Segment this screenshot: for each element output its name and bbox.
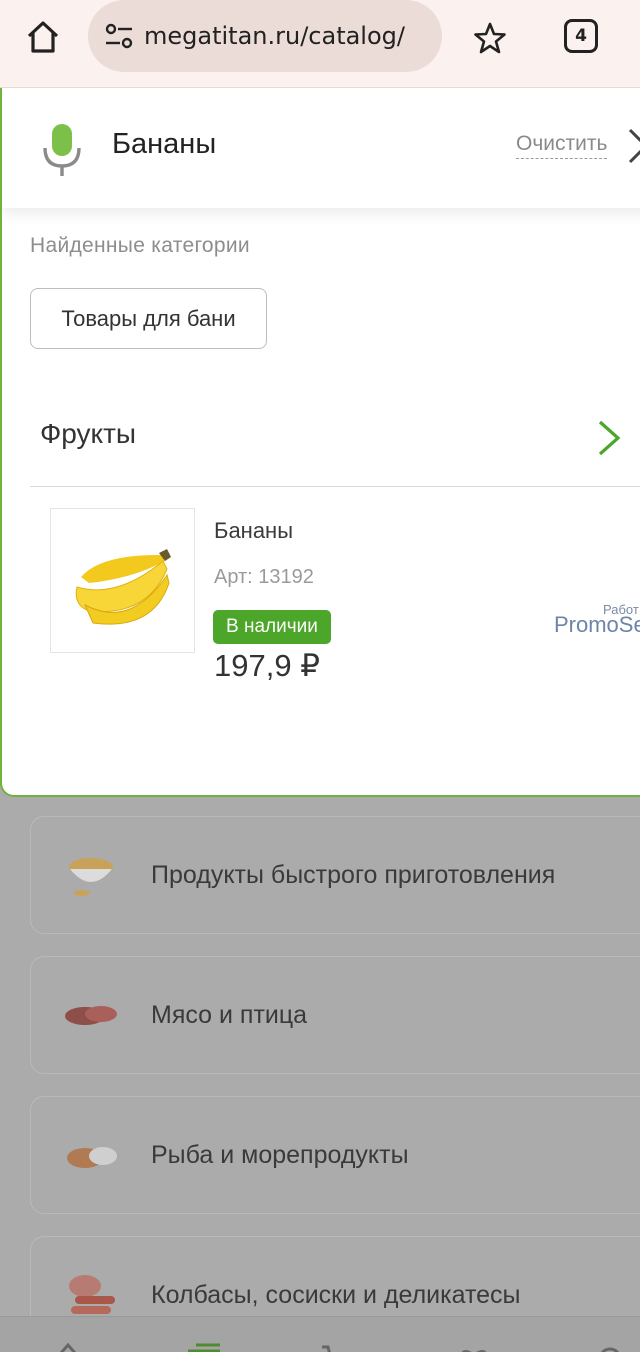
bookmark-button[interactable] xyxy=(468,16,512,60)
nav-cart-icon[interactable] xyxy=(320,1335,356,1352)
stock-badge: В наличии xyxy=(213,610,331,644)
catalog-item-label: Мясо и птица xyxy=(151,1000,308,1029)
url-text: megatitan.ru/catalog/ xyxy=(144,22,405,50)
star-icon xyxy=(474,22,506,54)
home-icon xyxy=(27,21,59,53)
nav-home-icon[interactable] xyxy=(50,1335,86,1352)
product-name[interactable]: Бананы xyxy=(214,518,293,544)
banana-icon xyxy=(75,549,171,625)
catalog-item-label: Продукты быстрого приготовления xyxy=(151,860,556,889)
nav-catalog-icon[interactable] xyxy=(186,1335,222,1352)
found-categories-heading: Найденные категории xyxy=(30,234,250,257)
nav-profile-icon[interactable] xyxy=(592,1335,628,1352)
browser-toolbar: megatitan.ru/catalog/ 4 xyxy=(0,0,640,88)
tab-switcher-button[interactable]: 4 xyxy=(564,19,598,53)
fish-icon xyxy=(63,1131,119,1179)
meat-icon xyxy=(63,991,119,1039)
close-icon[interactable] xyxy=(628,128,640,164)
clear-button[interactable]: Очистить xyxy=(516,132,608,159)
catalog-item-label: Колбасы, сосиски и деликатесы xyxy=(151,1280,521,1309)
product-image-banana[interactable] xyxy=(50,508,195,653)
product-price: 197,9 ₽ xyxy=(214,648,320,683)
search-results-panel: Очистить Найденные категории Товары для … xyxy=(0,88,640,797)
catalog-item-meat[interactable]: Мясо и птица xyxy=(30,956,640,1074)
chevron-right-icon[interactable] xyxy=(596,418,622,458)
microphone-icon[interactable] xyxy=(42,124,82,176)
nav-favorites-icon[interactable] xyxy=(456,1335,492,1352)
product-sku: Арт: 13192 xyxy=(214,566,314,588)
sausage-icon xyxy=(63,1271,119,1319)
section-title-fruits[interactable]: Фрукты xyxy=(40,418,136,450)
category-chip-bath-goods[interactable]: Товары для бани xyxy=(30,288,267,349)
catalog-item-instant-food[interactable]: Продукты быстрого приготовления xyxy=(30,816,640,934)
noodles-bowl-icon xyxy=(63,851,119,899)
address-bar[interactable]: megatitan.ru/catalog/ xyxy=(88,0,442,72)
divider xyxy=(30,486,640,487)
search-input[interactable] xyxy=(112,128,492,161)
catalog-item-fish[interactable]: Рыба и морепродукты xyxy=(30,1096,640,1214)
promo-logo-text[interactable]: PromoSe xyxy=(554,612,640,638)
home-button[interactable] xyxy=(20,14,66,60)
bottom-navigation xyxy=(0,1316,640,1352)
search-bar: Очистить xyxy=(2,88,640,208)
site-settings-icon[interactable] xyxy=(102,19,136,53)
catalog-item-label: Рыба и морепродукты xyxy=(151,1140,409,1169)
